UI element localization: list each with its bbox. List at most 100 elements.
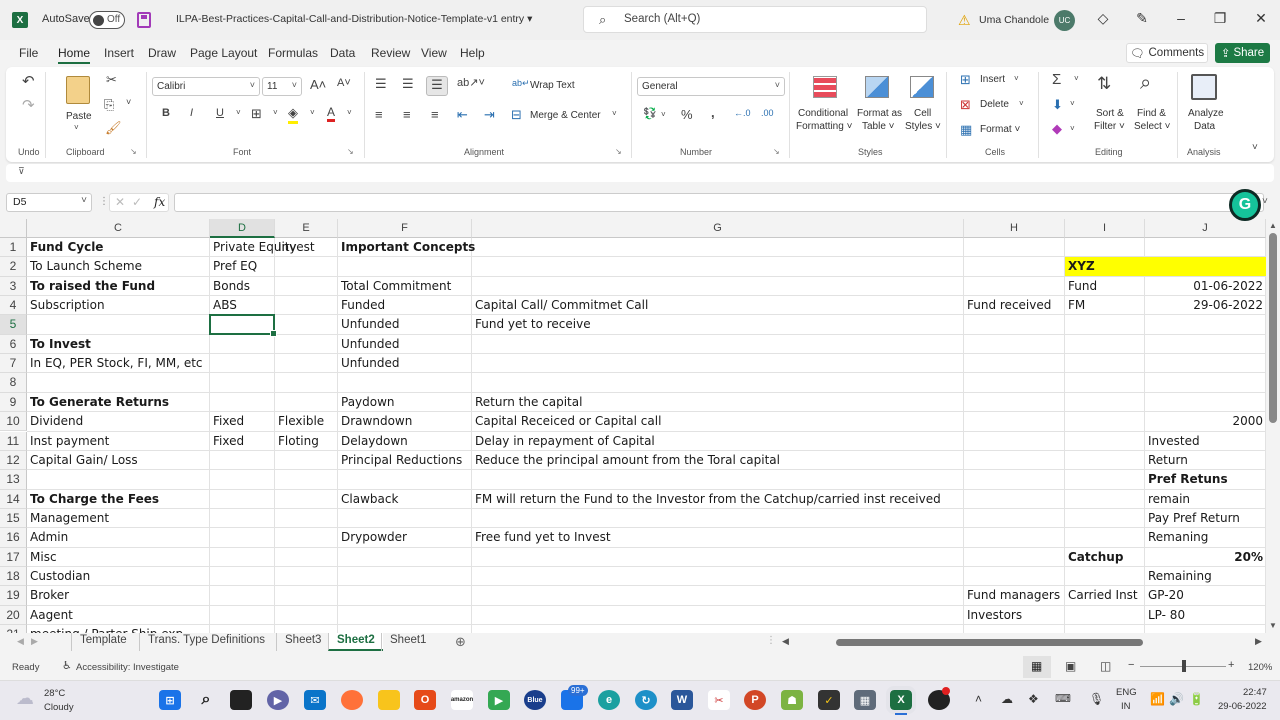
- add-sheet-icon[interactable]: ⊕: [455, 634, 466, 650]
- share-button[interactable]: ⇪ Share: [1215, 43, 1270, 63]
- row-header-13[interactable]: 13: [0, 470, 27, 490]
- cell-c3[interactable]: To raised the Fund: [27, 278, 155, 295]
- conditional-formatting-line1[interactable]: Conditional: [798, 108, 848, 119]
- volume-icon[interactable]: 🔊: [1169, 692, 1184, 706]
- cell-d10[interactable]: Fixed: [210, 413, 244, 430]
- insert-button[interactable]: Insert: [980, 74, 1005, 85]
- fill-color-dropdown-icon[interactable]: ˅: [310, 108, 315, 117]
- cell-j12[interactable]: Return: [1145, 452, 1188, 469]
- battery-icon[interactable]: 🔋: [1189, 692, 1204, 706]
- cell-c21[interactable]: meeting / Parter Ship exp: [27, 626, 183, 633]
- office-icon[interactable]: O: [414, 690, 436, 710]
- task-view-icon[interactable]: [230, 690, 252, 710]
- cell-j4[interactable]: 29-06-2022: [1145, 297, 1266, 314]
- paste-dropdown-icon[interactable]: ˅: [74, 123, 79, 132]
- amazon-icon[interactable]: amazon: [451, 690, 473, 710]
- search-input[interactable]: ⌕ Search (Alt+Q): [583, 6, 927, 33]
- undo-icon[interactable]: ↶: [22, 72, 35, 90]
- cell-g12[interactable]: Reduce the principal amount from the Tor…: [472, 452, 780, 469]
- restore-icon[interactable]: ❐: [1210, 10, 1230, 27]
- merge-center-button[interactable]: Merge & Center: [530, 110, 601, 121]
- cell-d2[interactable]: Pref EQ: [210, 258, 257, 275]
- percent-style-icon[interactable]: %: [681, 107, 693, 122]
- align-right-icon[interactable]: ≡: [431, 107, 439, 122]
- format-as-table-line1[interactable]: Format as: [857, 108, 902, 119]
- conditional-formatting-line2[interactable]: Formatting ˅: [796, 121, 852, 132]
- row-header-11[interactable]: 11: [0, 431, 27, 451]
- cell-c7[interactable]: In EQ, PER Stock, FI, MM, etc: [27, 355, 203, 372]
- taskbar-search-icon[interactable]: ⌕: [195, 690, 217, 710]
- conditional-formatting-icon[interactable]: [813, 76, 837, 98]
- cell-c19[interactable]: Broker: [27, 587, 69, 604]
- powerpoint-icon[interactable]: P: [744, 690, 766, 710]
- bluestacks-icon[interactable]: Blue: [524, 690, 546, 710]
- italic-icon[interactable]: I: [190, 107, 193, 119]
- paste-button[interactable]: Paste: [66, 111, 92, 122]
- save-icon[interactable]: [137, 12, 151, 28]
- row-header-6[interactable]: 6: [0, 334, 27, 355]
- cell-c12[interactable]: Capital Gain/ Loss: [27, 452, 138, 469]
- cell-d11[interactable]: Fixed: [210, 433, 244, 450]
- cell-j15[interactable]: Pay Pref Return: [1145, 510, 1240, 527]
- font-launcher-icon[interactable]: ↘: [347, 147, 354, 156]
- align-bottom-icon[interactable]: ☰: [426, 76, 448, 96]
- document-title[interactable]: ILPA-Best-Practices-Capital-Call-and-Dis…: [176, 13, 532, 25]
- borders-dropdown-icon[interactable]: ˅: [273, 108, 278, 117]
- formula-bar-grip-icon[interactable]: ⋮: [99, 196, 109, 207]
- column-header-f[interactable]: F: [338, 219, 472, 238]
- cell-styles-line2[interactable]: Styles ˅: [905, 121, 941, 132]
- cell-h20[interactable]: Investors: [964, 607, 1022, 624]
- decrease-decimal-icon[interactable]: .00: [761, 108, 774, 118]
- insert-dropdown-icon[interactable]: ˅: [1014, 74, 1019, 83]
- fill-dropdown-icon[interactable]: ˅: [1070, 99, 1075, 108]
- accounting-format-icon[interactable]: 💱: [643, 107, 657, 120]
- row-header-18[interactable]: 18: [0, 566, 27, 587]
- cell-j11[interactable]: Invested: [1145, 433, 1200, 450]
- cell-i17[interactable]: Catchup: [1065, 549, 1123, 566]
- teams-icon[interactable]: ▶: [267, 690, 289, 710]
- cell-h19[interactable]: Fund managers: [964, 587, 1060, 604]
- spreadsheet-grid[interactable]: CDEFGHIJ 1 2 3 4 5 6 7 8 9 10 11 12 13 14 15 16 17 18 19 20…: [0, 219, 1266, 633]
- delete-button[interactable]: Delete: [980, 99, 1009, 110]
- prev-sheet-icon[interactable]: ◀: [17, 636, 24, 647]
- format-cells-icon[interactable]: ▦: [960, 122, 972, 138]
- cell-g14[interactable]: FM will return the Fund to the Investor …: [472, 491, 941, 508]
- cell-c6[interactable]: To Invest: [27, 336, 91, 353]
- fill-color-icon[interactable]: ◈: [288, 105, 298, 124]
- cell-g5[interactable]: Fund yet to receive: [472, 316, 591, 333]
- cell-c16[interactable]: Admin: [27, 529, 68, 546]
- increase-indent-icon[interactable]: ⇥: [484, 107, 495, 123]
- row-header-12[interactable]: 12: [0, 450, 27, 471]
- sort-filter-line2[interactable]: Filter ˅: [1094, 121, 1125, 132]
- column-header-e[interactable]: E: [275, 219, 338, 238]
- format-as-table-line2[interactable]: Table ˅: [862, 121, 895, 132]
- onedrive-icon[interactable]: ☁: [1001, 692, 1013, 706]
- select-all-corner[interactable]: [0, 219, 27, 238]
- column-header-g[interactable]: G: [472, 219, 964, 238]
- increase-decimal-icon[interactable]: ←.0: [734, 108, 751, 118]
- cell-c1[interactable]: Fund Cycle: [27, 239, 103, 256]
- column-header-i[interactable]: I: [1065, 219, 1145, 238]
- insert-cells-icon[interactable]: ⊞: [960, 72, 971, 88]
- font-size-select[interactable]: 11 ˅: [262, 77, 302, 96]
- analyze-data-icon[interactable]: [1191, 74, 1217, 100]
- cell-j14[interactable]: remain: [1145, 491, 1190, 508]
- expand-formula-bar-icon[interactable]: ˅: [1262, 196, 1268, 207]
- find-select-line1[interactable]: Find &: [1137, 108, 1166, 119]
- sort-filter-icon[interactable]: ⇅: [1097, 74, 1111, 94]
- accessibility-icon[interactable]: ♿: [62, 659, 72, 672]
- cell-c20[interactable]: Aagent: [27, 607, 73, 624]
- cell-j18[interactable]: Remaining: [1145, 568, 1212, 585]
- copy-icon[interactable]: ⎘: [104, 97, 114, 113]
- grammarly-icon[interactable]: G: [1229, 189, 1261, 221]
- language-line2[interactable]: IN: [1121, 701, 1131, 712]
- delete-cells-icon[interactable]: ⊠: [960, 97, 971, 113]
- ribbon-collapse-icon[interactable]: ˅: [1252, 142, 1258, 153]
- name-box[interactable]: D5 ˅: [6, 193, 92, 212]
- tab-file[interactable]: File: [19, 46, 38, 60]
- cell-g9[interactable]: Return the capital: [472, 394, 582, 411]
- cancel-icon[interactable]: ✕: [115, 195, 125, 209]
- align-top-icon[interactable]: ☰: [375, 76, 387, 92]
- cell-j20[interactable]: LP- 80: [1145, 607, 1185, 624]
- zoom-slider-thumb[interactable]: [1182, 660, 1186, 672]
